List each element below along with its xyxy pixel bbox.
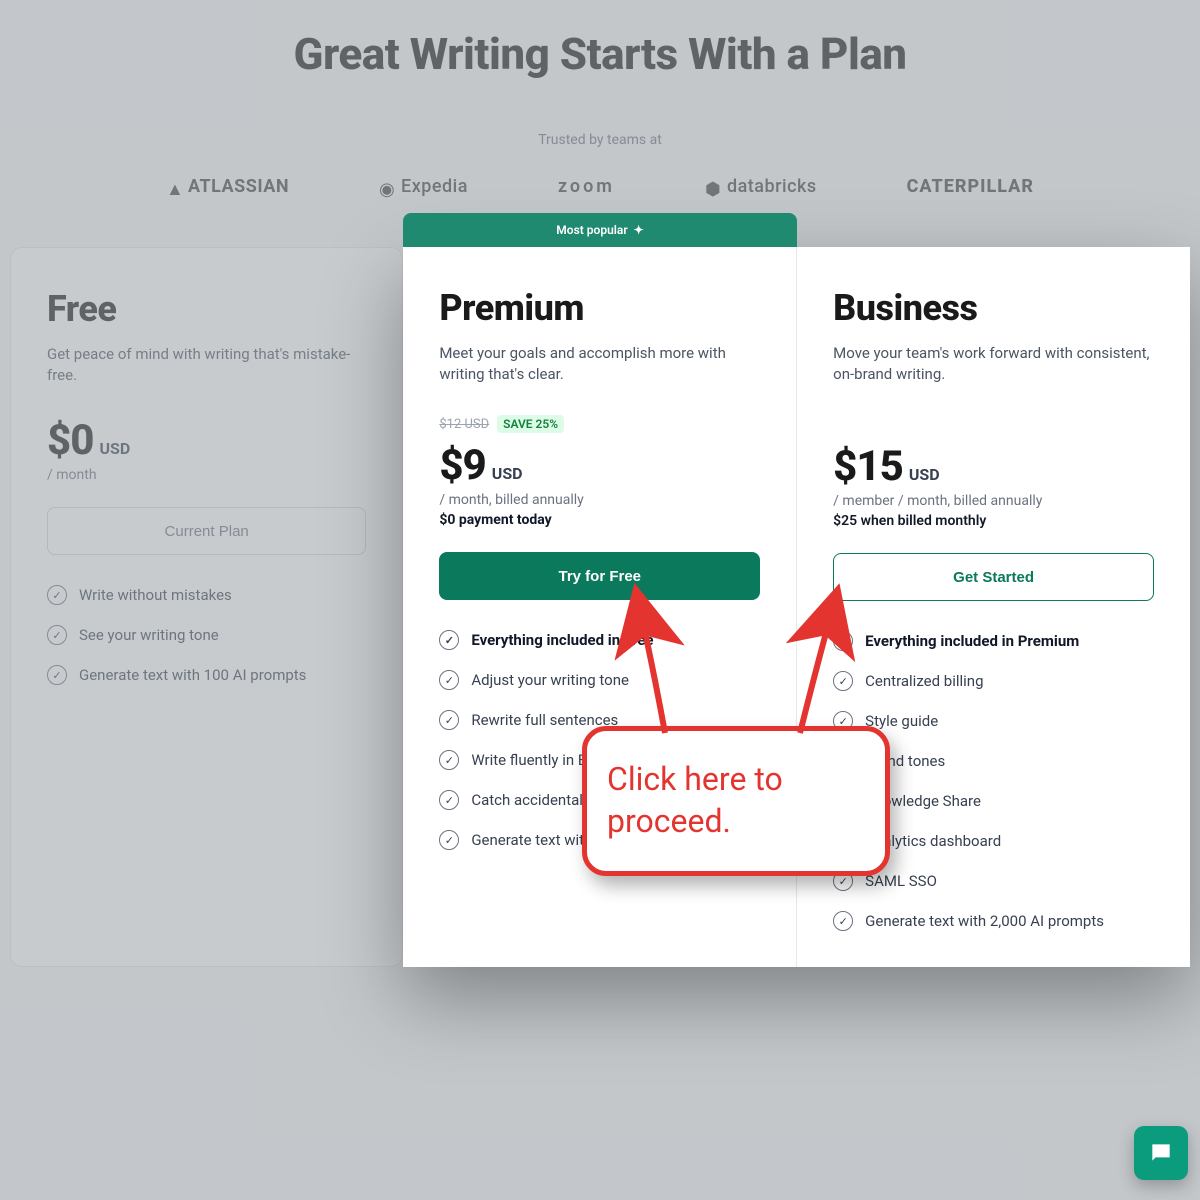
plan-business-billing: / member / month, billed annually (833, 493, 1154, 509)
check-icon: ✓ (439, 830, 459, 850)
check-icon: ✓ (439, 790, 459, 810)
check-icon: ✓ (439, 710, 459, 730)
databricks-icon: ⬢ (705, 179, 721, 195)
feature-item: ✓ See your writing tone (47, 625, 366, 645)
feature-text: Centralized billing (865, 672, 983, 690)
plan-premium-currency: USD (492, 464, 523, 483)
feature-text: Everything included in Premium (865, 632, 1079, 650)
current-plan-button: Current Plan (47, 507, 366, 555)
expedia-icon: ◉ (379, 179, 395, 195)
badge-label: Most popular (556, 223, 627, 237)
check-icon: ✓ (47, 625, 67, 645)
feature-item: ✓ Centralized billing (833, 671, 1154, 691)
feature-item: ✓Style guide (833, 711, 1154, 731)
try-for-free-button[interactable]: Try for Free (439, 552, 760, 600)
plan-premium-original-price: $12 USD (439, 417, 489, 432)
logo-zoom: zoom (558, 176, 615, 197)
feature-text: Rewrite full sentences (471, 711, 618, 729)
most-popular-badge: Most popular ✦ (403, 213, 796, 247)
plan-free-currency: USD (99, 439, 130, 458)
feature-text: See your writing tone (79, 626, 219, 644)
plan-free-feature-list: ✓ Write without mistakes ✓ See your writin… (47, 585, 366, 685)
feature-item-lead: ✓ Everything included in Free (439, 630, 760, 650)
plan-business-subnote: $25 when billed monthly (833, 513, 1154, 529)
feature-text: Generate text with 100 AI prompts (79, 666, 306, 684)
logo-caterpillar: CATERPILLAR (907, 176, 1034, 197)
check-icon: ✓ (833, 911, 853, 931)
check-icon: ✓ (833, 671, 853, 691)
feature-item: ✓ Write without mistakes (47, 585, 366, 605)
plan-free-column: Free Get peace of mind with writing that… (10, 247, 403, 967)
page-heading: Great Writing Starts With a Plan (0, 28, 1200, 80)
annotation-callout: Click here to proceed. (582, 726, 890, 876)
logo-atlassian: ▲ ATLASSIAN (166, 176, 289, 197)
feature-text: Adjust your writing tone (471, 671, 629, 689)
plan-free-price: $0 (47, 416, 93, 465)
logo-text: Expedia (401, 176, 468, 197)
feature-item: ✓SAML SSO (833, 871, 1154, 891)
feature-text: Generate text with 2,000 AI prompts (865, 912, 1104, 930)
check-icon: ✓ (47, 585, 67, 605)
plan-free-card: Free Get peace of mind with writing that… (10, 247, 403, 967)
feature-text: Everything included in Free (471, 631, 653, 649)
logo-text: databricks (727, 176, 817, 197)
plan-premium-save-badge: SAVE 25% (497, 415, 564, 433)
plan-business-currency: USD (909, 465, 940, 484)
feature-text: Write without mistakes (79, 586, 232, 604)
plan-premium-price: $9 (439, 441, 485, 490)
chat-widget-button[interactable] (1134, 1126, 1188, 1180)
logo-databricks: ⬢ databricks (705, 176, 817, 197)
get-started-button[interactable]: Get Started (833, 553, 1154, 601)
logo-expedia: ◉ Expedia (379, 176, 468, 197)
plan-premium-billing: / month, billed annually (439, 492, 760, 508)
plan-business-description: Move your team's work forward with consi… (833, 343, 1154, 385)
annotation-text: Click here to proceed. (607, 759, 865, 842)
check-icon: ✓ (833, 631, 853, 651)
chat-icon (1148, 1140, 1174, 1166)
plan-business-title: Business (833, 287, 1154, 329)
feature-item: ✓ Generate text with 2,000 AI prompts (833, 911, 1154, 931)
plan-premium-description: Meet your goals and accomplish more with… (439, 343, 760, 385)
plan-free-billing: / month (47, 467, 366, 483)
trusted-by-label: Trusted by teams at (0, 132, 1200, 148)
feature-text: SAML SSO (865, 872, 937, 890)
plan-free-title: Free (47, 288, 366, 330)
feature-item: ✓ Generate text with 100 AI prompts (47, 665, 366, 685)
trusted-logos-row: ▲ ATLASSIAN ◉ Expedia zoom ⬢ databricks … (0, 176, 1200, 197)
plan-business-price: $15 (833, 442, 903, 491)
plan-premium-subnote: $0 payment today (439, 512, 760, 528)
plan-premium-title: Premium (439, 287, 760, 329)
plan-free-description: Get peace of mind with writing that's mi… (47, 344, 366, 386)
check-icon: ✓ (47, 665, 67, 685)
logo-text: ATLASSIAN (188, 176, 289, 197)
check-icon: ✓ (439, 670, 459, 690)
sparkle-icon: ✦ (634, 223, 644, 237)
feature-item: ✓ Adjust your writing tone (439, 670, 760, 690)
atlassian-icon: ▲ (166, 179, 182, 195)
check-icon: ✓ (439, 630, 459, 650)
check-icon: ✓ (439, 750, 459, 770)
feature-item-lead: ✓ Everything included in Premium (833, 631, 1154, 651)
